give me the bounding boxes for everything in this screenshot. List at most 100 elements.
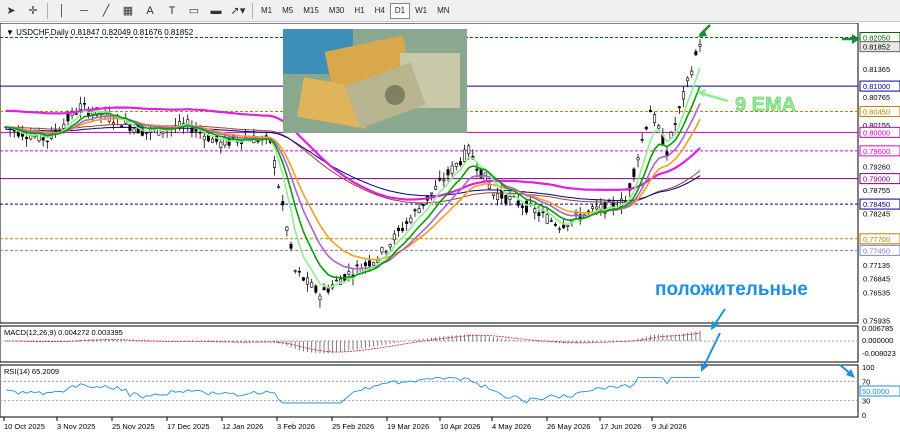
candle-body xyxy=(467,145,471,155)
candle-body xyxy=(326,288,330,293)
timeframe-m5[interactable]: M5 xyxy=(277,3,298,19)
candle-body xyxy=(144,132,148,134)
rsi-arrow xyxy=(702,332,721,369)
candle-body xyxy=(558,228,562,230)
trendline-icon[interactable]: ╱ xyxy=(97,2,115,20)
candle-body xyxy=(396,227,400,232)
timeframe-mn[interactable]: MN xyxy=(432,3,454,19)
candle-body xyxy=(264,135,268,137)
rectangle-icon[interactable]: ▭ xyxy=(185,2,203,20)
candle-body xyxy=(500,190,504,199)
price-tag-label: 0.77700 xyxy=(863,235,890,244)
price-axis-label: 0.76535 xyxy=(863,289,890,298)
arrows-icon[interactable]: ➚▾ xyxy=(229,2,247,20)
price-chart-svg[interactable]: ▼ USDCHF,Daily 0.81847 0.82049 0.81676 0… xyxy=(0,22,900,436)
horizontal-line-icon[interactable]: ─ xyxy=(75,2,93,20)
candle-body xyxy=(82,103,86,105)
candle-body xyxy=(438,177,442,181)
candle-body xyxy=(285,226,289,231)
candle-body xyxy=(413,209,417,212)
candle-body xyxy=(45,140,49,143)
candle-body xyxy=(694,51,698,56)
candle-body xyxy=(334,279,338,282)
candle-body xyxy=(648,110,652,113)
candle-body xyxy=(277,186,281,188)
price-axis-label: 0.77135 xyxy=(863,261,890,270)
date-axis-label: 17 Jun 2026 xyxy=(600,422,641,431)
price-tag-label: 0.79000 xyxy=(863,175,890,184)
candle-body xyxy=(591,206,595,209)
candle-body xyxy=(301,277,305,281)
channel-icon[interactable]: ▦ xyxy=(119,2,137,20)
price-axis-label: 0.79260 xyxy=(863,163,890,172)
candle-body xyxy=(566,225,570,227)
candle-body xyxy=(644,126,648,130)
candle-body xyxy=(293,270,297,272)
price-tag-label: 0.80450 xyxy=(863,108,890,117)
candle-body xyxy=(520,205,524,208)
candle-body xyxy=(74,113,78,115)
macd-label: MACD(12,26,9) 0.004272 0.003395 xyxy=(4,328,123,337)
candle-body xyxy=(198,132,202,134)
candle-body xyxy=(677,106,681,109)
candle-body xyxy=(405,221,409,224)
candle-body xyxy=(434,185,438,190)
cursor-icon[interactable]: ➤ xyxy=(2,2,20,20)
candle-body xyxy=(355,264,359,267)
price-tag-label: 0.77450 xyxy=(863,246,890,255)
candle-body xyxy=(347,271,351,275)
shapes-icon[interactable]: ▬ xyxy=(207,2,225,20)
macd-axis-label: -0.008023 xyxy=(862,349,896,358)
candle-body xyxy=(586,210,590,213)
candle-body xyxy=(161,131,165,134)
date-axis-label: 25 Feb 2026 xyxy=(332,422,374,431)
crosshair-icon[interactable]: ✛ xyxy=(24,2,42,20)
candle-body xyxy=(574,212,578,215)
candle-body xyxy=(25,136,29,140)
chart-area[interactable]: ▼ USDCHF,Daily 0.81847 0.82049 0.81676 0… xyxy=(0,22,900,436)
text-icon[interactable]: A xyxy=(141,2,159,20)
candle-body xyxy=(698,44,702,47)
date-axis-label: 10 Apr 2026 xyxy=(440,422,480,431)
candle-body xyxy=(640,139,644,141)
timeframe-w1[interactable]: W1 xyxy=(410,3,432,19)
timeframe-h1[interactable]: H1 xyxy=(349,3,369,19)
macd-axis-label: 0.000000 xyxy=(862,336,893,345)
price-tag-label: 0.79600 xyxy=(863,147,890,156)
rsi-axis-label: 0 xyxy=(862,411,866,420)
candle-body xyxy=(657,125,661,129)
timeframe-h4[interactable]: H4 xyxy=(370,3,390,19)
candle-body xyxy=(202,135,206,141)
candle-body xyxy=(595,206,599,210)
label-icon[interactable]: T xyxy=(163,2,181,20)
candle-body xyxy=(41,137,45,141)
macd-panel-border xyxy=(0,325,859,363)
candle-body xyxy=(653,114,657,124)
rsi-label: RSI(14) 65.2009 xyxy=(4,367,59,376)
candle-body xyxy=(673,123,677,125)
candle-body xyxy=(508,196,512,200)
vertical-line-icon[interactable]: │ xyxy=(53,2,71,20)
candle-body xyxy=(368,260,372,267)
candle-body xyxy=(690,70,694,76)
right-arrow-head xyxy=(852,34,860,44)
timeframe-d1[interactable]: D1 xyxy=(389,2,411,19)
timeframe-m1[interactable]: M1 xyxy=(256,3,277,19)
date-axis-label: 26 May 2026 xyxy=(547,422,590,431)
timeframe-m15[interactable]: M15 xyxy=(298,3,324,19)
candle-body xyxy=(541,211,545,214)
timeframe-m30[interactable]: M30 xyxy=(324,3,350,19)
rsi-axis-label: 70 xyxy=(862,377,870,386)
candle-body xyxy=(289,243,293,249)
candle-body xyxy=(380,246,384,253)
candle-body xyxy=(524,200,528,213)
candle-body xyxy=(306,277,310,285)
candle-body xyxy=(442,179,446,182)
price-tag-label: 0.81852 xyxy=(863,43,890,52)
ema-annotation-label: 9 EMA xyxy=(735,94,796,116)
candle-body xyxy=(66,113,70,122)
candle-body xyxy=(190,128,194,133)
price-tag-label: 0.82050 xyxy=(863,33,890,42)
candle-body xyxy=(549,220,553,222)
candle-body xyxy=(496,193,500,200)
